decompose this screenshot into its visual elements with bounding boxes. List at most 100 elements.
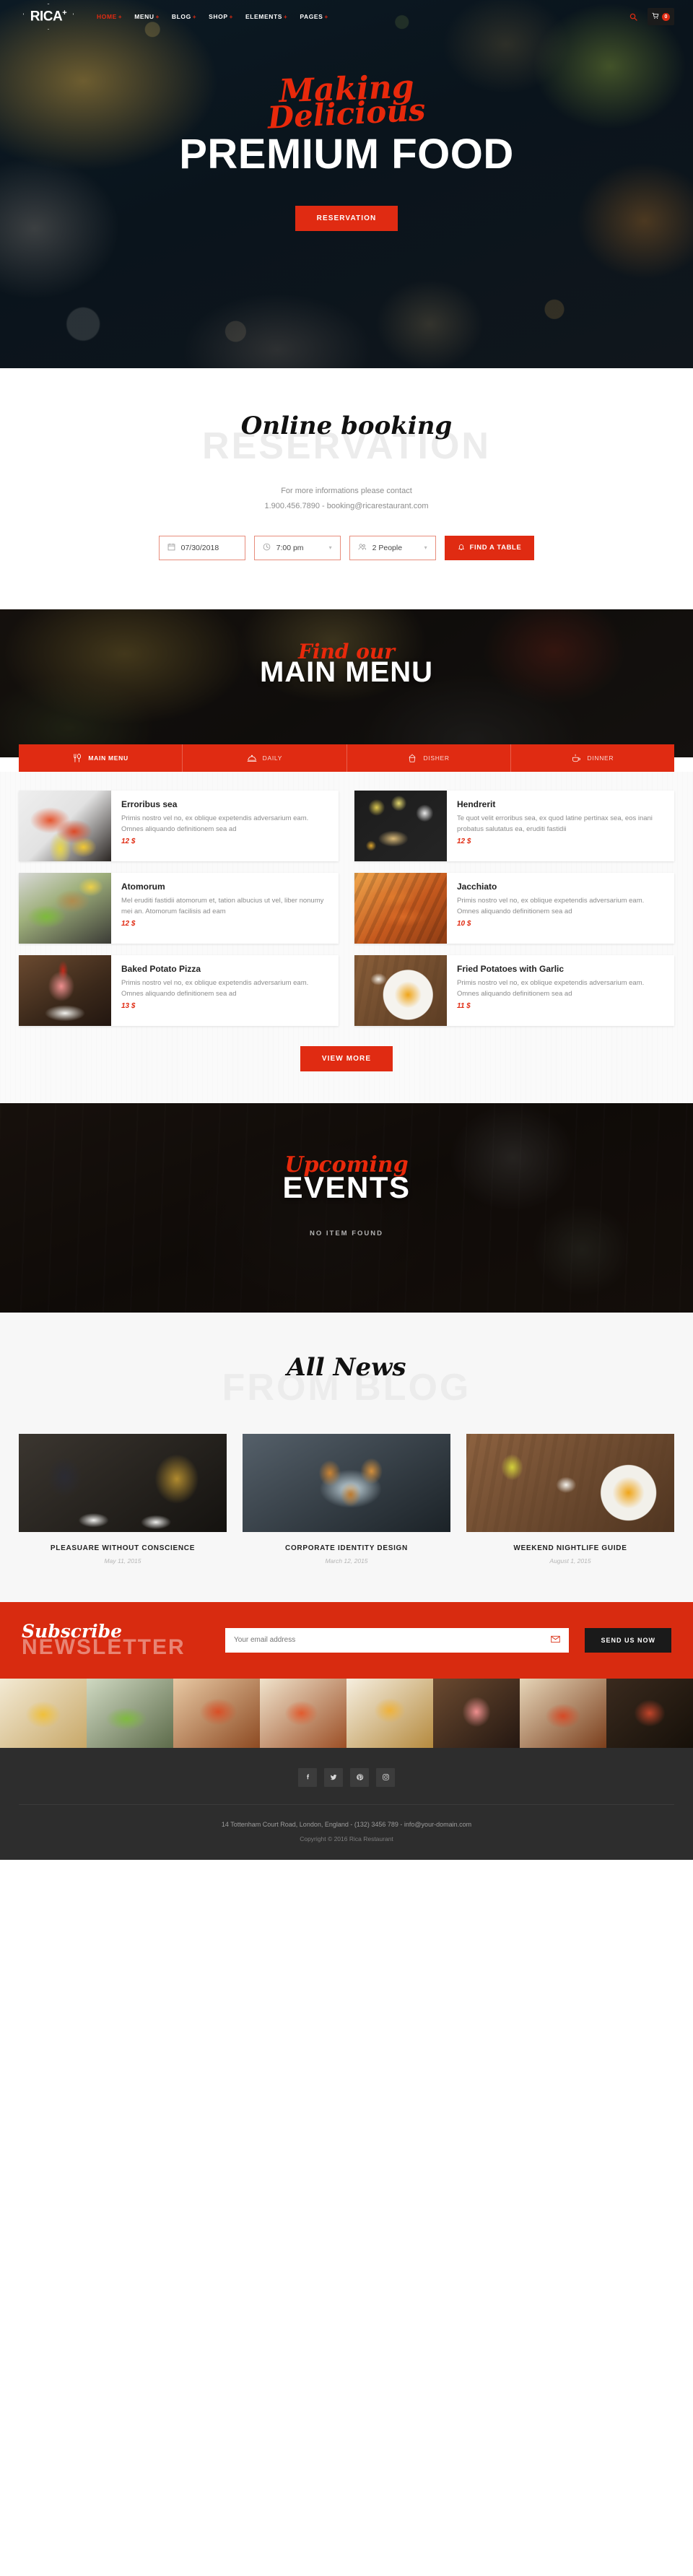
twitter-icon[interactable] xyxy=(324,1767,343,1787)
instagram-icon[interactable] xyxy=(376,1767,395,1787)
reservation-people-value: 2 People xyxy=(372,543,403,552)
main-menu-title: MAIN MENU xyxy=(259,656,434,688)
menu-card[interactable]: Atomorum Mel eruditi fastidii atomorum e… xyxy=(19,872,339,944)
blog-card[interactable]: CORPORATE IDENTITY DESIGN March 12, 2015 xyxy=(243,1433,450,1565)
nav-item-pages[interactable]: PAGES + xyxy=(300,13,328,20)
reservation-section: Online booking RESERVATION For more info… xyxy=(0,368,693,609)
blog-card[interactable]: WEEKEND NIGHTLIFE GUIDE August 1, 2015 xyxy=(466,1433,674,1565)
hero-cta-wrapper: RESERVATION xyxy=(0,206,693,232)
newsletter-email-input[interactable] xyxy=(234,1636,552,1645)
gallery-cell[interactable] xyxy=(346,1678,433,1748)
footer-copyright: Copyright © 2016 Rica Restaurant xyxy=(300,1835,393,1842)
menu-item-price: 12 $ xyxy=(457,837,471,845)
gallery-cell[interactable] xyxy=(0,1678,87,1748)
people-icon xyxy=(358,543,367,553)
envelope-icon xyxy=(551,1634,561,1647)
view-more-button[interactable]: VIEW MORE xyxy=(300,1045,393,1071)
blog-thumbnail xyxy=(19,1433,227,1532)
menu-card[interactable]: Hendrerit Te quot velit erroribus sea, e… xyxy=(354,790,674,861)
nav-item-home-label: HOME xyxy=(97,13,117,20)
chevron-plus-icon: + xyxy=(118,14,123,20)
blog-post-date: March 12, 2015 xyxy=(325,1557,368,1565)
footer-address: 14 Tottenham Court Road, London, England… xyxy=(221,1820,472,1828)
menu-item-price: 11 $ xyxy=(457,1001,471,1010)
nav-menu: HOME + MENU + BLOG + SHOP + ELEMENTS + PAGES + xyxy=(97,13,328,20)
nav-item-home[interactable]: HOME + xyxy=(97,13,122,20)
menu-item-price: 10 $ xyxy=(457,919,471,928)
nav-item-blog[interactable]: BLOG + xyxy=(172,13,196,20)
nav-item-menu[interactable]: MENU + xyxy=(134,13,160,20)
menu-item-description: Te quot velit erroribus sea, ex quod lat… xyxy=(457,814,653,834)
newsletter-input-wrapper xyxy=(225,1627,570,1653)
gallery-cell[interactable] xyxy=(87,1678,173,1748)
reservation-time-field[interactable]: 7:00 pm ▾ xyxy=(253,535,341,560)
menu-card[interactable]: Fried Potatoes with Garlic Primis nostro… xyxy=(354,954,674,1026)
hero-content: Making Delicious PREMIUM FOOD RESERVATIO… xyxy=(0,33,693,232)
pinterest-icon[interactable] xyxy=(350,1767,369,1787)
menu-card[interactable]: Baked Potato Pizza Primis nostro vel no,… xyxy=(19,954,339,1026)
menu-item-price: 13 $ xyxy=(121,1001,136,1010)
find-a-table-label: FIND A TABLE xyxy=(469,544,522,552)
blog-section: All News FROM BLOG PLEASUARE WITHOUT CON… xyxy=(0,1312,693,1602)
chevron-down-icon: ▾ xyxy=(424,544,427,552)
page-root: RICA+ HOME + MENU + BLOG + SHOP + ELEMENTS + … xyxy=(0,0,693,1860)
tab-dinner[interactable]: DINNER xyxy=(511,744,674,772)
newsletter-submit-button[interactable]: SEND US NOW xyxy=(585,1627,671,1653)
logo-text: RICA xyxy=(30,9,63,25)
nav-item-elements[interactable]: ELEMENTS + xyxy=(245,13,287,20)
nav-right-actions: 0 xyxy=(629,8,674,25)
find-a-table-button[interactable]: FIND A TABLE xyxy=(444,535,535,560)
nav-item-blog-label: BLOG xyxy=(171,13,191,20)
reservation-date-value: 07/30/2018 xyxy=(180,543,219,552)
gallery-cell[interactable] xyxy=(260,1678,346,1748)
tab-disher[interactable]: DISHER xyxy=(347,744,511,772)
tab-daily[interactable]: DAILY xyxy=(183,744,347,772)
top-navigation-bar: RICA+ HOME + MENU + BLOG + SHOP + ELEMENTS + … xyxy=(0,0,693,33)
nav-item-shop[interactable]: SHOP + xyxy=(209,13,233,20)
blog-post-date: May 11, 2015 xyxy=(104,1557,141,1565)
tab-main-menu[interactable]: MAIN MENU xyxy=(19,744,183,772)
main-menu-banner-content: Find our MAIN MENU xyxy=(0,609,693,689)
gallery-cell[interactable] xyxy=(520,1678,606,1748)
gallery-cell[interactable] xyxy=(173,1678,260,1748)
reservation-date-field[interactable]: 07/30/2018 xyxy=(158,535,245,560)
menu-item-body: Fried Potatoes with Garlic Primis nostro… xyxy=(447,955,674,1026)
menu-item-name: Jacchiato xyxy=(457,881,497,892)
gallery-cell[interactable] xyxy=(606,1678,693,1748)
menu-item-description: Primis nostro vel no, ex oblique expeten… xyxy=(457,978,645,998)
newsletter-heading: Subscribe NEWSLETTER xyxy=(22,1621,209,1660)
reservation-button[interactable]: RESERVATION xyxy=(295,206,398,232)
chevron-plus-icon: + xyxy=(324,14,328,20)
tab-daily-label: DAILY xyxy=(262,754,283,762)
events-content: Upcoming EVENTS NO ITEM FOUND xyxy=(0,1103,693,1237)
cupcake-icon xyxy=(407,753,417,763)
menu-card[interactable]: Jacchiato Primis nostro vel no, ex obliq… xyxy=(354,872,674,944)
site-logo[interactable]: RICA+ xyxy=(19,2,78,31)
blog-post-title: PLEASUARE WITHOUT CONSCIENCE xyxy=(50,1544,196,1552)
blog-card[interactable]: PLEASUARE WITHOUT CONSCIENCE May 11, 201… xyxy=(19,1433,227,1565)
social-links xyxy=(0,1767,693,1787)
blog-script-title: All News xyxy=(287,1352,406,1382)
tab-main-menu-label: MAIN MENU xyxy=(88,754,128,762)
chevron-plus-icon: + xyxy=(229,14,233,20)
menu-item-name: Erroribus sea xyxy=(121,799,178,809)
nav-item-elements-label: ELEMENTS xyxy=(245,13,283,20)
facebook-icon[interactable] xyxy=(298,1767,317,1787)
chevron-plus-icon: + xyxy=(155,14,160,20)
nav-item-menu-label: MENU xyxy=(134,13,154,20)
menu-grid: Erroribus sea Primis nostro vel no, ex o… xyxy=(19,790,674,1026)
reservation-form: 07/30/2018 7:00 pm ▾ 2 People ▾ FIND A T… xyxy=(0,535,693,560)
blog-post-title: WEEKEND NIGHTLIFE GUIDE xyxy=(513,1544,627,1552)
reservation-people-field[interactable]: 2 People ▾ xyxy=(349,535,436,560)
reservation-contact-line1: For more informations please contact xyxy=(281,487,412,495)
gallery-cell[interactable] xyxy=(433,1678,520,1748)
blog-thumbnail xyxy=(243,1433,450,1532)
reservation-contact-line2: 1.900.456.7890 - booking@ricarestaurant.… xyxy=(264,501,429,510)
search-icon[interactable] xyxy=(629,13,637,21)
menu-item-description: Mel eruditi fastidii atomorum et, tation… xyxy=(121,896,324,916)
chevron-plus-icon: + xyxy=(192,14,197,20)
tab-dinner-label: DINNER xyxy=(587,754,614,762)
menu-card[interactable]: Erroribus sea Primis nostro vel no, ex o… xyxy=(19,790,339,861)
cart-button[interactable]: 0 xyxy=(648,8,674,25)
events-title: EVENTS xyxy=(282,1170,411,1204)
